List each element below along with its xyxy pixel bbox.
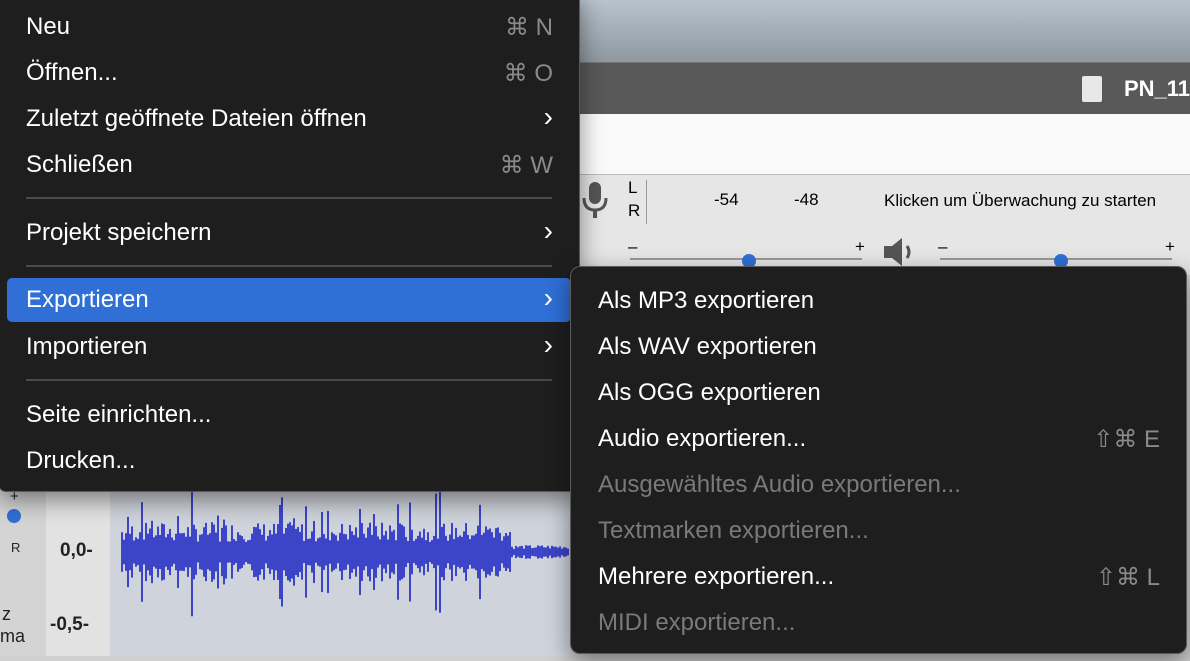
menu-item-label: Exportieren [26,286,149,313]
meter-channel-l: L [628,178,638,197]
document-icon [1082,76,1102,102]
export-submenu: Als MP3 exportieren Als WAV exportieren … [570,266,1187,654]
speaker-icon[interactable] [880,236,920,268]
waveform [121,487,569,617]
menu-item-label: Schließen [26,151,133,178]
submenu-item-export-audio[interactable]: Audio exportieren... ⇧⌘ E [579,417,1178,461]
window-title: PN_11 [1123,76,1190,101]
scale-label-minus: -0,5- [50,614,90,635]
menu-item-close[interactable]: Schließen ⌘ W [7,143,571,187]
shortcut-label: ⌘ N [505,14,553,41]
chevron-right-icon: › [543,282,553,313]
menu-item-label: Als MP3 exportieren [598,287,815,314]
menu-item-label: Neu [26,13,71,40]
file-menu: Neu ⌘ N Öffnen... ⌘ O Zuletzt geöffnete … [0,0,580,492]
menu-item-label: Zuletzt geöffnete Dateien öffnen [26,105,367,132]
track-side-label: ma [0,626,26,646]
shortcut-label: ⇧⌘ L [1095,564,1160,591]
shortcut-label: ⌘ O [503,60,553,87]
slider-plus-label: + [855,237,865,256]
menu-item-label: Als OGG exportieren [598,379,821,406]
chevron-right-icon: › [543,215,553,246]
submenu-item-export-labels: Textmarken exportieren... [579,509,1178,553]
track-side-label: z [2,604,11,624]
menu-item-save-project[interactable]: Projekt speichern › [7,211,571,255]
menu-separator [26,265,552,267]
submenu-item-export-multiple[interactable]: Mehrere exportieren... ⇧⌘ L [579,555,1178,599]
menu-separator [26,197,552,199]
menu-item-new[interactable]: Neu ⌘ N [7,5,571,49]
pan-slider-handle[interactable] [7,509,21,523]
waveform-area[interactable] [110,480,570,656]
meter-tick: -54 [714,190,739,209]
desktop-background [560,0,1190,62]
menu-item-label: Ausgewähltes Audio exportieren... [598,471,961,498]
menu-item-open[interactable]: Öffnen... ⌘ O [7,51,571,95]
submenu-item-export-mp3[interactable]: Als MP3 exportieren [579,279,1178,323]
meter-tick: -48 [794,190,819,209]
meter-channel-labels: L R [628,176,640,222]
meter-message[interactable]: Klicken um Überwachung zu starten [880,191,1157,211]
meter-channel-r: R [628,201,641,220]
menu-item-recent-files[interactable]: Zuletzt geöffnete Dateien öffnen › [7,97,571,141]
menu-separator [26,379,552,381]
menu-item-import[interactable]: Importieren › [7,325,571,369]
slider-minus-label: – [628,237,638,256]
slider-minus-label: – [938,237,948,256]
slider-plus-label: + [1165,237,1175,256]
submenu-item-export-ogg[interactable]: Als OGG exportieren [579,371,1178,415]
chevron-right-icon: › [543,101,553,132]
menu-item-page-setup[interactable]: Seite einrichten... [7,393,571,437]
menu-item-label: Textmarken exportieren... [598,517,869,544]
shortcut-label: ⇧⌘ E [1093,426,1160,453]
shortcut-label: ⌘ W [499,152,553,179]
submenu-item-export-midi: MIDI exportieren... [579,601,1178,645]
menu-item-label: Als WAV exportieren [598,333,817,360]
scale-label-zero: 0,0- [60,540,93,561]
menu-item-print[interactable]: Drucken... [7,439,571,483]
menu-item-label: MIDI exportieren... [598,609,796,636]
microphone-icon[interactable] [580,180,610,220]
toolbar-area [560,114,1190,175]
menu-item-label: Projekt speichern [26,219,212,246]
menu-item-label: Drucken... [26,447,136,474]
menu-item-label: Öffnen... [26,59,118,86]
menu-item-label: Audio exportieren... [598,425,807,452]
submenu-item-export-selected: Ausgewähltes Audio exportieren... [579,463,1178,507]
track-side-letter: R [11,540,21,555]
menu-item-label: Seite einrichten... [26,401,212,428]
menu-item-export[interactable]: Exportieren › [7,278,571,322]
submenu-item-export-wav[interactable]: Als WAV exportieren [579,325,1178,369]
menu-item-label: Mehrere exportieren... [598,563,835,590]
menu-item-label: Importieren [26,333,148,360]
chevron-right-icon: › [543,329,553,360]
